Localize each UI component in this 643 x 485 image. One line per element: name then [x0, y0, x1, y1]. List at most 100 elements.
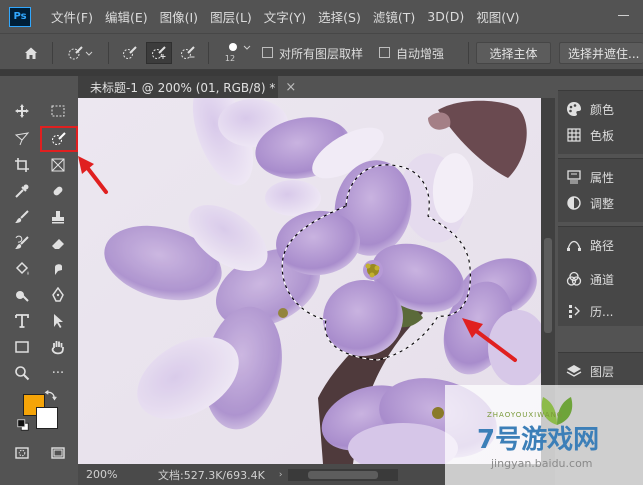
- auto-enhance-checkbox[interactable]: [379, 47, 390, 58]
- panel-paths-label: 路径: [590, 238, 615, 253]
- home-button[interactable]: [18, 42, 44, 64]
- panel-swatches-label: 色板: [590, 128, 615, 143]
- panel-paths[interactable]: 路径: [566, 233, 614, 257]
- add-to-selection-mode[interactable]: [146, 42, 172, 64]
- quick-mask-button[interactable]: [10, 442, 34, 464]
- history-icon: [569, 305, 580, 318]
- frame-icon: [51, 158, 65, 172]
- adjustments-icon: [567, 196, 581, 210]
- subtract-from-selection-mode[interactable]: [176, 42, 200, 64]
- move-icon: [15, 104, 29, 118]
- stamp-icon: [52, 211, 64, 224]
- healing-brush-icon: [53, 186, 63, 196]
- pen-tool[interactable]: [46, 284, 70, 306]
- panel-adjustments[interactable]: 调整: [566, 191, 614, 215]
- document-title: 未标题-1 @ 200% (01, RGB/8) *: [90, 80, 276, 95]
- vertical-scroll-thumb[interactable]: [544, 238, 552, 333]
- quick-selection-preset-icon: [68, 46, 93, 60]
- brush-size-picker[interactable]: 12: [214, 38, 260, 66]
- toolbar: ···: [6, 98, 78, 464]
- history-brush-icon: [15, 235, 29, 249]
- panel-adjustments-label: 调整: [590, 196, 615, 211]
- screen-mode-icon: [51, 447, 65, 459]
- default-colors-button[interactable]: [16, 418, 30, 432]
- tool-preset-picker[interactable]: [60, 42, 100, 64]
- clone-stamp-tool[interactable]: [46, 206, 70, 228]
- sample-all-layers-label: 对所有图层取样: [279, 47, 364, 61]
- eyedropper-icon: [15, 184, 29, 198]
- quick-selection-tool[interactable]: [47, 128, 71, 150]
- smudge-tool[interactable]: [46, 258, 70, 280]
- path-selection-icon: [54, 314, 63, 328]
- panel-swatches[interactable]: 色板: [566, 123, 614, 147]
- menu-3d[interactable]: 3D(D): [427, 9, 464, 24]
- new-selection-mode[interactable]: [118, 42, 142, 64]
- close-document-icon[interactable]: ×: [285, 80, 296, 95]
- quick-mask-icon: [15, 447, 29, 459]
- menu-image[interactable]: 图像(I): [160, 7, 198, 26]
- horizontal-scroll-thumb[interactable]: [308, 470, 379, 479]
- zoom-level[interactable]: 200%: [78, 468, 130, 481]
- brush-tip-icon: [229, 42, 251, 51]
- frame-tool[interactable]: [46, 154, 70, 176]
- hand-tool[interactable]: [46, 336, 70, 358]
- edit-toolbar[interactable]: ···: [46, 362, 70, 384]
- menu-edit[interactable]: 编辑(E): [105, 7, 148, 26]
- brush-icon: [15, 210, 29, 223]
- rectangle-tool[interactable]: [10, 336, 34, 358]
- zoom-tool[interactable]: [10, 362, 34, 384]
- menu-view[interactable]: 视图(V): [476, 7, 519, 26]
- spot-healing-tool[interactable]: [46, 180, 70, 202]
- screen-mode-button[interactable]: [46, 442, 70, 464]
- sample-all-layers-checkbox[interactable]: [262, 47, 273, 58]
- smudge-icon: [55, 264, 62, 275]
- photoshop-logo: Ps: [9, 6, 31, 27]
- select-subject-button[interactable]: 选择主体: [476, 42, 551, 64]
- menu-type[interactable]: 文字(Y): [264, 7, 306, 26]
- menu-select[interactable]: 选择(S): [318, 7, 361, 26]
- status-menu-arrow-icon[interactable]: ›: [279, 470, 283, 480]
- type-icon: [15, 314, 29, 328]
- panel-color[interactable]: 颜色: [566, 97, 614, 121]
- default-colors-icon: [17, 419, 29, 431]
- document-tab[interactable]: 未标题-1 @ 200% (01, RGB/8) * ×: [78, 76, 296, 98]
- history-brush-tool[interactable]: [10, 232, 34, 254]
- menu-layer[interactable]: 图层(L): [210, 7, 252, 26]
- watermark-subtitle: ZHAOYOUXIWANG: [487, 411, 564, 419]
- properties-panel-group: 属性 调整: [558, 158, 643, 222]
- move-tool[interactable]: [10, 100, 34, 122]
- select-and-mask-button[interactable]: 选择并遮住...: [559, 42, 643, 64]
- document-size-info: 文档:527.3K/693.4K: [158, 468, 265, 482]
- menu-filter[interactable]: 滤镜(T): [373, 7, 415, 26]
- panel-layers[interactable]: 图层: [566, 359, 614, 383]
- eyedropper-tool[interactable]: [10, 180, 34, 202]
- swatches-grid-icon: [567, 128, 581, 142]
- hand-icon: [51, 341, 64, 355]
- minimize-button[interactable]: [615, 6, 633, 24]
- panel-history[interactable]: 历...: [566, 299, 613, 323]
- swap-colors-button[interactable]: [44, 388, 58, 402]
- paint-bucket-tool[interactable]: [10, 258, 34, 280]
- lasso-tool[interactable]: [10, 128, 34, 150]
- options-bar: 12 对所有图层取样 自动增强 选择主体 选择并遮住...: [0, 33, 643, 70]
- quick-selection-new-icon: [123, 46, 137, 59]
- dodge-tool[interactable]: [10, 284, 34, 306]
- home-icon: [25, 47, 37, 59]
- background-color-swatch[interactable]: [36, 407, 58, 429]
- color-panel-group: 颜色 色板: [558, 90, 643, 154]
- horizontal-scrollbar[interactable]: [288, 468, 399, 481]
- quick-selection-add-icon: [152, 46, 166, 59]
- panel-channels[interactable]: 通道: [566, 267, 614, 291]
- menu-file[interactable]: 文件(F): [51, 7, 93, 26]
- path-selection-tool[interactable]: [46, 310, 70, 332]
- type-tool[interactable]: [10, 310, 34, 332]
- panel-properties-label: 属性: [590, 170, 615, 185]
- marquee-tool[interactable]: [46, 100, 70, 122]
- eraser-tool[interactable]: [46, 232, 70, 254]
- panel-channels-label: 通道: [590, 272, 615, 287]
- panel-properties[interactable]: 属性: [566, 165, 614, 189]
- menu-bar: Ps 文件(F) 编辑(E) 图像(I) 图层(L) 文字(Y) 选择(S) 滤…: [0, 0, 643, 33]
- crop-tool[interactable]: [10, 154, 34, 176]
- brush-tool[interactable]: [10, 206, 34, 228]
- crop-icon: [15, 158, 29, 172]
